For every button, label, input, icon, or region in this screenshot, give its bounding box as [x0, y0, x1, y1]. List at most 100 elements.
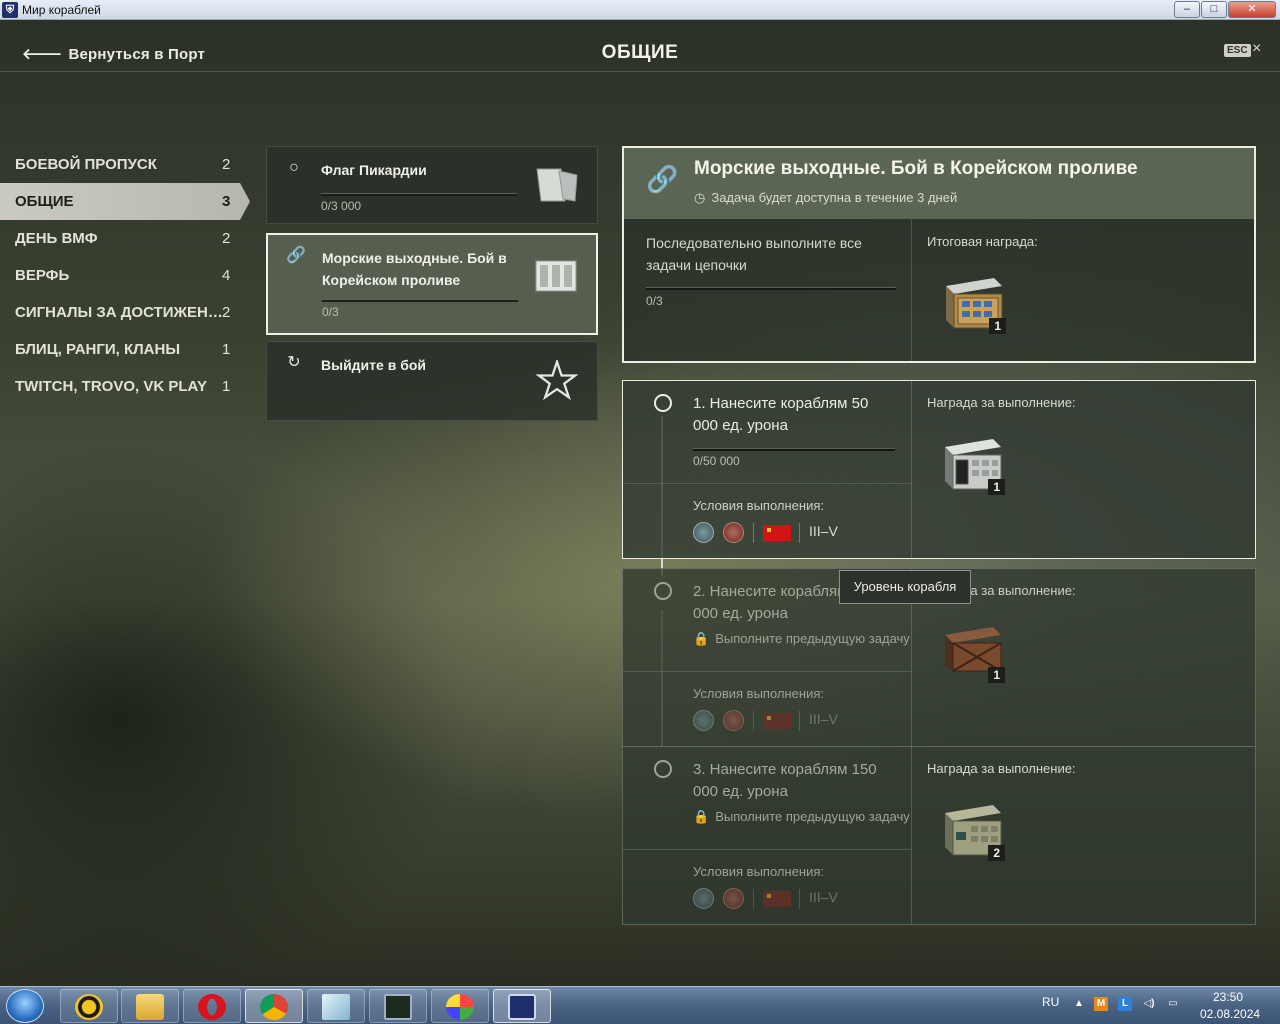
- game-viewport: 🡐 Вернуться в Порт ОБЩИЕ ESC × БОЕВОЙ ПРО…: [0, 20, 1280, 986]
- top-bar: 🡐 Вернуться в Порт ОБЩИЕ ESC ×: [0, 20, 1280, 72]
- reward-count-badge: 2: [988, 845, 1005, 861]
- cruiser-class-icon[interactable]: [723, 522, 744, 543]
- task-status-circle-icon: [654, 582, 672, 600]
- category-shipyard[interactable]: ВЕРФЬ 4: [0, 257, 250, 294]
- chain-title: Морские выходные. Бой в Корейском пролив…: [694, 158, 1138, 179]
- volume-icon[interactable]: ◁): [1142, 997, 1156, 1011]
- tray-expand-icon[interactable]: ▲: [1072, 997, 1086, 1011]
- category-list: БОЕВОЙ ПРОПУСК 2 ОБЩИЕ 3 ДЕНЬ ВМФ 2 ВЕРФ…: [0, 146, 250, 405]
- maximize-button[interactable]: □: [1201, 1, 1227, 18]
- divider: [799, 711, 800, 731]
- category-count: 3: [222, 193, 231, 210]
- conditions-label: Условия выполнения:: [693, 864, 824, 879]
- divider: [623, 483, 911, 484]
- clock-time[interactable]: 23:50: [1213, 990, 1243, 1004]
- task-reward-label: Награда за выполнение:: [927, 761, 1076, 776]
- task-reward-crate[interactable]: 1: [941, 433, 1005, 495]
- network-icon[interactable]: ▭: [1166, 997, 1180, 1011]
- cruiser-class-icon[interactable]: [723, 888, 744, 909]
- category-navy-day[interactable]: ДЕНЬ ВМФ 2: [0, 220, 250, 257]
- chain-progress-bar: [646, 287, 896, 290]
- task-manager-icon: [384, 994, 412, 1020]
- task-description: 1. Нанесите кораблям 50 000 ед. урона: [693, 395, 869, 434]
- mir-korabley-icon: [508, 994, 536, 1020]
- taskbar-app-task-manager[interactable]: [369, 989, 427, 1023]
- tray-app-icon[interactable]: M: [1094, 997, 1108, 1011]
- locked-notice: 🔒 Выполните предыдущую задачу: [693, 809, 910, 825]
- category-label: СИГНАЛЫ ЗА ДОСТИЖЕН…: [15, 304, 223, 321]
- windows-taskbar: RU ▲ M L ◁) ▭ 23:50 02.08.2024: [0, 986, 1280, 1024]
- aimp-icon: [75, 994, 103, 1020]
- page-title: ОБЩИЕ: [601, 42, 679, 63]
- quest-progress-bar: [321, 193, 517, 196]
- taskbar-app-chrome[interactable]: [245, 989, 303, 1023]
- destroyer-class-icon[interactable]: [693, 888, 714, 909]
- conditions-label: Условия выполнения:: [693, 686, 824, 701]
- ussr-flag-icon[interactable]: [763, 525, 791, 541]
- destroyer-class-icon[interactable]: [693, 522, 714, 543]
- category-count: 2: [222, 304, 231, 321]
- tier-range[interactable]: III–V: [809, 523, 838, 539]
- divider: [623, 849, 911, 850]
- cruiser-class-icon[interactable]: [723, 710, 744, 731]
- tier-range[interactable]: III–V: [809, 711, 838, 727]
- ussr-flag-icon[interactable]: [763, 891, 791, 907]
- divider: [753, 889, 754, 909]
- task-description: 3. Нанесите кораблям 150 000 ед. урона: [693, 761, 877, 800]
- refresh-icon: ↻: [287, 354, 301, 371]
- category-count: 1: [222, 378, 231, 395]
- quest-title: Выйдите в бой: [321, 357, 426, 373]
- category-blitz-ranks-clans[interactable]: БЛИЦ, РАНГИ, КЛАНЫ 1: [0, 331, 250, 368]
- taskbar-app-opera[interactable]: [183, 989, 241, 1023]
- tray-app-l-icon[interactable]: L: [1118, 997, 1132, 1011]
- destroyer-class-icon[interactable]: [693, 710, 714, 731]
- category-streaming[interactable]: TWITCH, TROVO, VK PLAY 1: [0, 368, 250, 405]
- category-achievement-signals[interactable]: СИГНАЛЫ ЗА ДОСТИЖЕН… 2: [0, 294, 250, 331]
- final-reward-crate[interactable]: 1: [942, 272, 1006, 334]
- supply-crate-icon: [535, 260, 577, 292]
- notepad-icon: [322, 994, 350, 1020]
- ussr-flag-icon[interactable]: [763, 713, 791, 729]
- tier-range[interactable]: III–V: [809, 889, 838, 905]
- quest-card-picardy-flag[interactable]: ○ Флаг Пикардии 0/3 000: [266, 146, 598, 224]
- opera-icon: [198, 994, 226, 1020]
- quest-card-enter-battle[interactable]: ↻ Выйдите в бой: [266, 341, 598, 421]
- category-count: 2: [222, 230, 231, 247]
- chain-header: 🔗 Морские выходные. Бой в Корейском прол…: [624, 148, 1254, 219]
- chrome-icon: [260, 994, 288, 1020]
- start-button[interactable]: [6, 989, 44, 1023]
- clock-date[interactable]: 02.08.2024: [1200, 1007, 1260, 1021]
- task-reward-label: Награда за выполнение:: [927, 395, 1076, 410]
- task-reward-crate[interactable]: 1: [941, 621, 1005, 683]
- category-battle-pass[interactable]: БОЕВОЙ ПРОПУСК 2: [0, 146, 250, 183]
- quest-progress-bar: [322, 299, 518, 302]
- task-3[interactable]: 3. Нанесите кораблям 150 000 ед. урона 🔒…: [622, 746, 1256, 925]
- category-general[interactable]: ОБЩИЕ 3: [0, 183, 250, 220]
- final-reward-label: Итоговая награда:: [927, 234, 1038, 249]
- quest-progress: 0/3 000: [321, 199, 362, 213]
- category-count: 1: [222, 341, 231, 358]
- taskbar-app-paint[interactable]: [431, 989, 489, 1023]
- link-icon: 🔗: [286, 247, 306, 264]
- category-label: БОЕВОЙ ПРОПУСК: [15, 156, 157, 173]
- minimize-button[interactable]: –: [1174, 1, 1200, 18]
- language-indicator[interactable]: RU: [1042, 995, 1059, 1009]
- quest-card-korean-strait[interactable]: 🔗 Морские выходные. Бой в Корейском прол…: [266, 233, 598, 335]
- task-1[interactable]: 1. Нанесите кораблям 50 000 ед. урона 0/…: [622, 380, 1256, 559]
- taskbar-app-aimp[interactable]: [60, 989, 118, 1023]
- ship-tier-tooltip: Уровень корабля: [839, 570, 971, 604]
- chain-progress: 0/3: [646, 294, 663, 308]
- taskbar-app-explorer[interactable]: [121, 989, 179, 1023]
- flag-icon: [536, 168, 578, 202]
- task-reward-crate[interactable]: 2: [941, 799, 1005, 861]
- app-logo-icon: ⛨: [2, 2, 18, 18]
- taskbar-app-mir-korabley[interactable]: [493, 989, 551, 1023]
- chain-details-panel: 🔗 Морские выходные. Бой в Корейском прол…: [622, 146, 1256, 363]
- locked-text: Выполните предыдущую задачу: [715, 809, 910, 824]
- category-label: ДЕНЬ ВМФ: [15, 230, 98, 247]
- close-icon[interactable]: ×: [1252, 40, 1261, 58]
- taskbar-app-notepad[interactable]: [307, 989, 365, 1023]
- esc-key-badge[interactable]: ESC: [1224, 44, 1251, 57]
- close-window-button[interactable]: ✕: [1228, 1, 1276, 18]
- lock-icon: 🔒: [693, 809, 710, 824]
